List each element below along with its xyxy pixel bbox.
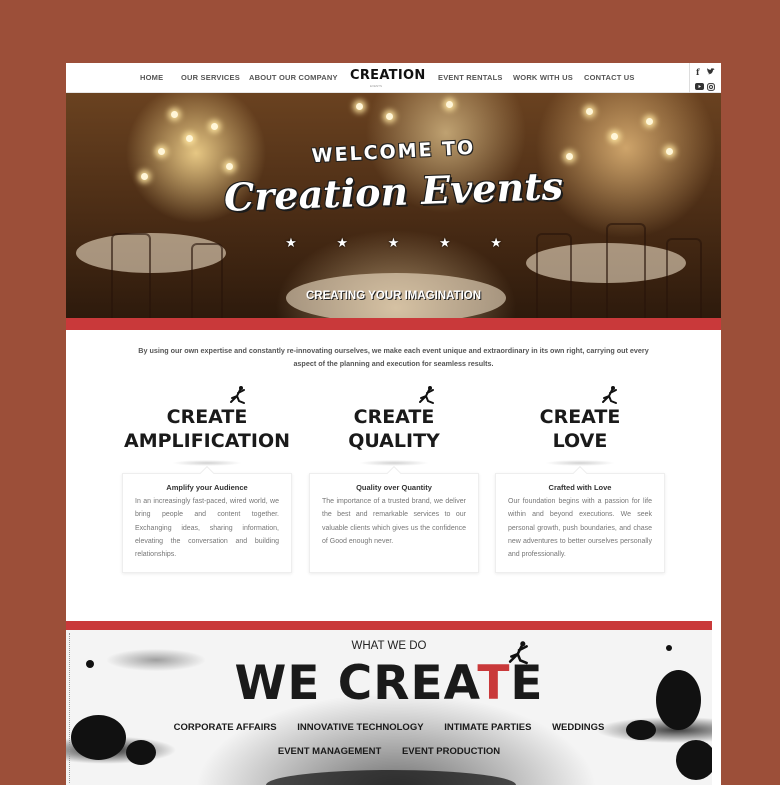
feature-heading: Quality over Quantity: [356, 483, 432, 492]
social-links: f: [689, 63, 721, 93]
feature-word-main: QUALITY: [348, 430, 440, 452]
service-intimate-parties[interactable]: INTIMATE PARTIES: [444, 722, 531, 733]
feature-word-main: AMPLIFICATION: [123, 430, 291, 452]
service-event-production[interactable]: EVENT PRODUCTION: [402, 746, 500, 757]
services-row-2: EVENT MANAGEMENT EVENT PRODUCTION: [66, 746, 712, 757]
hero-red-divider: [66, 318, 721, 330]
we-create-title: WE CREATE: [234, 656, 544, 711]
service-event-management[interactable]: EVENT MANAGEMENT: [278, 746, 381, 757]
feature-card: Quality over Quantity The importance of …: [309, 473, 479, 573]
feature-word-create: CREATE: [539, 406, 621, 428]
hero-stars: ★ ★ ★ ★ ★: [285, 235, 502, 250]
service-innovative-technology[interactable]: INNOVATIVE TECHNOLOGY: [297, 722, 423, 733]
feature-logo: CREATE AMPLIFICATION: [122, 386, 292, 452]
services-row-1: CORPORATE AFFAIRS INNOVATIVE TECHNOLOGY …: [66, 722, 712, 733]
intro-text: By using our own expertise and constantl…: [138, 346, 649, 368]
nav-contact-us[interactable]: CONTACT US: [584, 73, 635, 82]
what-we-do-heading: WHAT WE DO: [351, 640, 427, 652]
feature-word-create: CREATE: [353, 406, 435, 428]
twitter-icon[interactable]: [707, 68, 715, 77]
feature-amplification: CREATE AMPLIFICATION Amplify your Audien…: [122, 386, 292, 573]
feature-word-create: CREATE: [166, 406, 248, 428]
top-navigation: HOME OUR SERVICES ABOUT OUR COMPANY CREA…: [66, 63, 721, 93]
logo-subtitle: EVENTS: [370, 84, 383, 88]
feature-word-main: LOVE: [552, 430, 608, 452]
feature-card: Crafted with Love Our foundation begins …: [495, 473, 665, 573]
logo[interactable]: CREATION: [350, 68, 426, 83]
feature-heading: Crafted with Love: [548, 483, 612, 492]
youtube-icon[interactable]: [695, 83, 704, 92]
feature-text: In an increasingly fast-paced, wired wor…: [135, 498, 279, 559]
feature-quality: CREATE QUALITY Quality over Quantity The…: [309, 386, 479, 573]
feature-love: CREATE LOVE Crafted with Love Our founda…: [495, 386, 665, 573]
feature-text: The importance of a trusted brand, we de…: [322, 498, 466, 545]
feature-text: Our foundation begins with a passion for…: [508, 498, 652, 559]
nav-work-with-us[interactable]: WORK WITH US: [513, 73, 573, 82]
nav-event-rentals[interactable]: EVENT RENTALS: [438, 73, 503, 82]
feature-logo: CREATE QUALITY: [309, 386, 479, 452]
facebook-icon[interactable]: f: [696, 68, 699, 76]
hero-subtitle: CREATING YOUR IMAGINATION: [305, 290, 482, 302]
feature-card: Amplify your Audience In an increasingly…: [122, 473, 292, 573]
service-corporate-affairs[interactable]: CORPORATE AFFAIRS: [174, 722, 277, 733]
instagram-icon[interactable]: [707, 83, 715, 93]
what-we-do-section: WHAT WE DO WE CREATE CORPORATE AFFAIRS I…: [66, 630, 712, 785]
nav-our-services[interactable]: OUR SERVICES: [181, 73, 240, 82]
hero-banner: WELCOME TO Creation Events ★ ★ ★ ★ ★ CRE…: [66, 93, 721, 318]
feature-logo: CREATE LOVE: [495, 386, 665, 452]
nav-about-our-company[interactable]: ABOUT OUR COMPANY: [249, 73, 338, 82]
feature-heading: Amplify your Audience: [166, 483, 248, 492]
nav-home[interactable]: HOME: [140, 73, 163, 82]
service-weddings[interactable]: WEDDINGS: [552, 722, 604, 733]
website-page: HOME OUR SERVICES ABOUT OUR COMPANY CREA…: [66, 63, 721, 785]
what-we-do-red-divider: [66, 621, 712, 630]
